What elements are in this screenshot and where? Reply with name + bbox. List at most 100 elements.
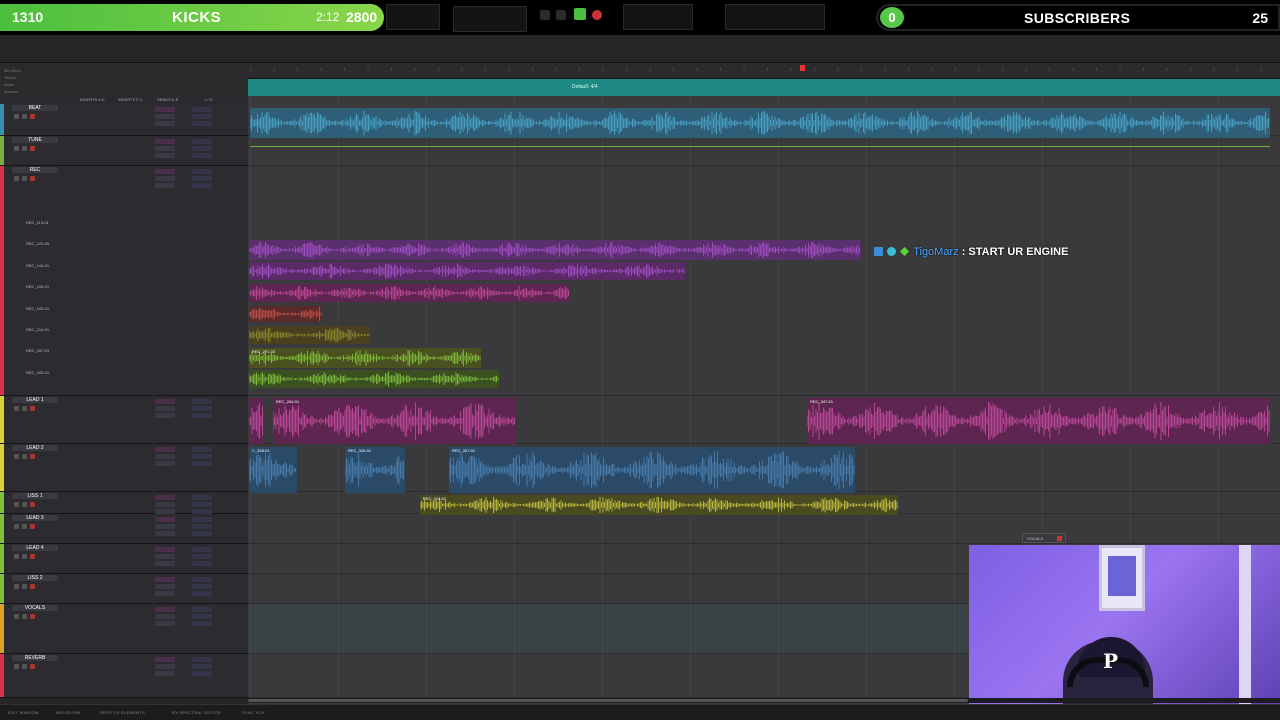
insert-slot[interactable] (155, 577, 175, 582)
insert-slot[interactable] (155, 657, 175, 662)
io-slot[interactable] (192, 614, 212, 619)
insert-slot[interactable] (155, 517, 175, 522)
io-slot[interactable] (192, 153, 212, 158)
io-slot[interactable] (192, 139, 212, 144)
track-name[interactable]: LEAD 2 (12, 445, 58, 451)
beat-clip[interactable] (250, 108, 1270, 138)
lead2-clip-a[interactable]: C_328-01 (249, 447, 297, 493)
lead2-clip-b[interactable]: REC_326-01 (345, 447, 405, 493)
playlist-lane[interactable]: REC_214-01 (12, 325, 72, 345)
io-slot[interactable] (192, 399, 212, 404)
io-slot[interactable] (192, 413, 212, 418)
track-name[interactable]: LEAD 1 (12, 397, 58, 403)
rec-clip-7[interactable] (249, 370, 499, 388)
track-name[interactable]: LISS 1 (12, 493, 58, 499)
insert-slot[interactable] (155, 454, 175, 459)
track-header-tune[interactable]: TUNE (0, 136, 248, 166)
io-slot[interactable] (192, 447, 212, 452)
mute-button[interactable] (22, 584, 27, 589)
rec-clip-2[interactable] (249, 262, 685, 280)
track-name[interactable]: TUNE (12, 137, 58, 143)
record-arm-button[interactable] (30, 664, 35, 669)
record-button[interactable] (592, 10, 602, 20)
vocals-float-window[interactable]: VOCALS (1022, 533, 1066, 543)
solo-button[interactable] (14, 146, 19, 151)
insert-slot[interactable] (155, 524, 175, 529)
insert-slot[interactable] (155, 153, 175, 158)
lead1-clip-b[interactable]: REC_264-01 (273, 398, 516, 444)
insert-slot[interactable] (155, 547, 175, 552)
io-slot[interactable] (192, 121, 212, 126)
play-button[interactable] (556, 10, 566, 20)
liss1-clip[interactable]: REC_312-01 (420, 495, 898, 515)
mute-button[interactable] (22, 554, 27, 559)
lead1-clip-a[interactable] (249, 398, 263, 444)
mute-button[interactable] (22, 454, 27, 459)
io-slot[interactable] (192, 495, 212, 500)
track-header-liss-1[interactable]: LISS 1 (0, 492, 248, 514)
playlist-lane[interactable]: REC_144-01 (12, 261, 72, 281)
io-slot[interactable] (192, 547, 212, 552)
track-header-vocals[interactable]: VOCALS (0, 604, 248, 654)
insert-slot[interactable] (155, 531, 175, 536)
scrollbar-thumb[interactable] (248, 699, 968, 702)
horizontal-scrollbar[interactable] (248, 698, 1280, 703)
track-name[interactable]: VOCALS (12, 605, 58, 611)
rec-clip-6[interactable]: REC_271-03 (249, 348, 481, 368)
record-arm-button[interactable] (30, 406, 35, 411)
track-header-lead-4[interactable]: LEAD 4 (0, 544, 248, 574)
io-slot[interactable] (192, 621, 212, 626)
track-name[interactable]: REC (12, 167, 58, 173)
meter-marker-lane[interactable]: Default: 4/4 (248, 79, 1280, 96)
solo-button[interactable] (14, 454, 19, 459)
record-arm-button[interactable] (30, 554, 35, 559)
io-slot[interactable] (192, 524, 212, 529)
insert-slot[interactable] (155, 107, 175, 112)
playhead-marker[interactable] (800, 65, 805, 71)
mute-button[interactable] (22, 146, 27, 151)
playlist-lane[interactable]: REC_155-01 (12, 282, 72, 302)
track-header-liss-2[interactable]: LISS 2 (0, 574, 248, 604)
solo-button[interactable] (14, 554, 19, 559)
track-name[interactable]: REVERB (12, 655, 58, 661)
io-slot[interactable] (192, 406, 212, 411)
mute-button[interactable] (22, 502, 27, 507)
insert-slot[interactable] (155, 139, 175, 144)
mute-button[interactable] (22, 664, 27, 669)
playlist-lane[interactable]: REC_257-03 (12, 346, 72, 366)
track-header-lead-3[interactable]: LEAD 3 (0, 514, 248, 544)
insert-slot[interactable] (155, 146, 175, 151)
insert-slot[interactable] (155, 561, 175, 566)
solo-button[interactable] (14, 114, 19, 119)
playlist-lane[interactable]: REC_283-01 (12, 368, 72, 388)
io-slot[interactable] (192, 183, 212, 188)
insert-slot[interactable] (155, 114, 175, 119)
edit-window-tab[interactable]: EDIT WINDOW (8, 710, 39, 715)
playlist-lane[interactable]: REC_113-01 (12, 218, 72, 238)
insert-slot[interactable] (155, 169, 175, 174)
timeline-ruler[interactable]: | | | | | | | | | | | | | | | | | | | | | | | | | | | | | | | | | | | | | | | |… (248, 63, 1280, 79)
lead1-clip-c[interactable]: REC_347-01 (807, 398, 1270, 444)
rec-clip-5[interactable] (249, 326, 370, 344)
solo-button[interactable] (14, 502, 19, 507)
io-slot[interactable] (192, 454, 212, 459)
sync-vox-tab[interactable]: SYNC VOX (242, 710, 265, 715)
solo-button[interactable] (14, 406, 19, 411)
io-slot[interactable] (192, 607, 212, 612)
mute-button[interactable] (22, 114, 27, 119)
insert-slot[interactable] (155, 176, 175, 181)
insert-slot[interactable] (155, 671, 175, 676)
io-slot[interactable] (192, 107, 212, 112)
insert-slot[interactable] (155, 183, 175, 188)
record-arm-button[interactable] (30, 584, 35, 589)
insert-slot[interactable] (155, 447, 175, 452)
insert-slot[interactable] (155, 121, 175, 126)
track-name[interactable]: LEAD 4 (12, 545, 58, 551)
rx-editor-tab[interactable]: RX SPECTRAL EDITOR (172, 710, 221, 715)
record-arm-button[interactable] (30, 502, 35, 507)
io-slot[interactable] (192, 671, 212, 676)
loop-button[interactable] (574, 8, 586, 20)
io-slot[interactable] (192, 517, 212, 522)
insert-slot[interactable] (155, 502, 175, 507)
repitch-tab[interactable]: REPITCH ELEMENTS (100, 710, 145, 715)
